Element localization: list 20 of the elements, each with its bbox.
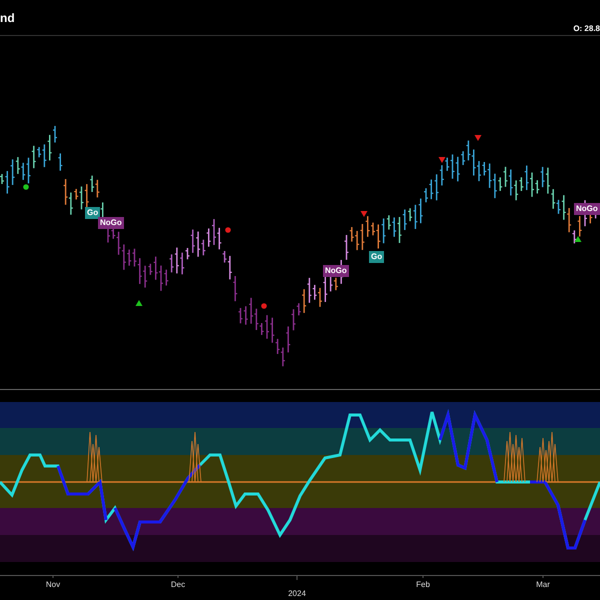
down-triangle-icon: [438, 157, 446, 163]
axis-month-label: Feb: [416, 580, 430, 589]
axis-year-label: 2024: [288, 589, 306, 598]
down-triangle-icon: [360, 211, 368, 217]
axis-month-label: Dec: [170, 580, 186, 589]
nogo-signal-label: NoGo: [574, 203, 600, 215]
go-signal-label: Go: [85, 207, 100, 219]
axis-month-label: Mar: [536, 580, 550, 589]
chart-title: nd: [0, 10, 15, 25]
up-triangle-icon: [136, 300, 142, 306]
up-triangle-icon: [574, 236, 582, 242]
go-signal-label: Go: [369, 251, 384, 263]
down-triangle-icon: [474, 135, 482, 141]
open-price-reading: O: 28.8: [573, 23, 600, 33]
axis-month-label: Nov: [46, 580, 60, 589]
dot-icon: [261, 303, 267, 309]
dot-icon: [225, 227, 231, 233]
nogo-signal-label: NoGo: [323, 265, 349, 277]
nogo-signal-label: NoGo: [98, 217, 124, 229]
dot-icon: [23, 184, 29, 190]
